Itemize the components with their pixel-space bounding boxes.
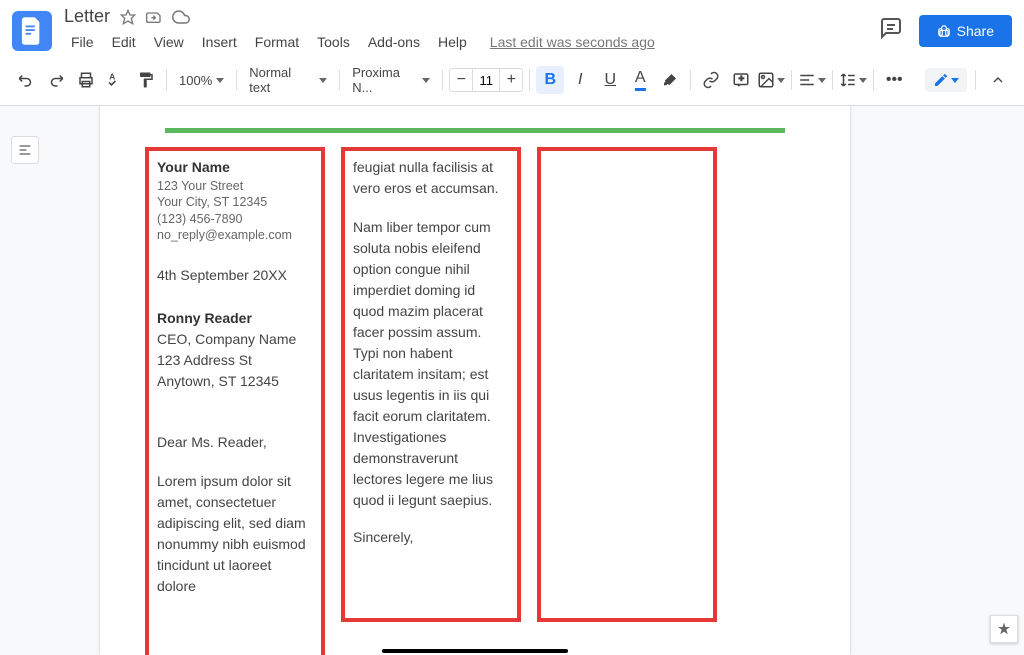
font-size-decrease[interactable]: − [450,69,472,91]
sender-email[interactable]: no_reply@example.com [157,227,313,243]
recipient-name[interactable]: Ronny Reader [157,308,313,329]
font-size-input[interactable] [472,69,500,91]
explore-button[interactable] [990,615,1018,643]
sender-citystate[interactable]: Your City, ST 12345 [157,194,313,210]
font-dropdown[interactable]: Proxima N... [346,61,436,99]
underline-button[interactable]: U [596,66,624,94]
menu-insert[interactable]: Insert [195,31,244,53]
docs-logo[interactable] [12,11,52,51]
line-spacing-button[interactable] [839,66,867,94]
italic-button[interactable]: I [566,66,594,94]
sender-phone[interactable]: (123) 456-7890 [157,211,313,227]
bold-button[interactable]: B [536,66,564,94]
menu-view[interactable]: View [147,31,191,53]
header-accent-bar [165,128,785,133]
outline-toggle[interactable] [11,136,39,164]
print-button[interactable] [72,66,100,94]
last-edit-link[interactable]: Last edit was seconds ago [490,34,655,50]
sender-name[interactable]: Your Name [157,157,313,178]
horizontal-scrollbar[interactable] [382,649,568,653]
menu-edit[interactable]: Edit [105,31,143,53]
star-icon[interactable] [120,9,136,25]
paragraph-3[interactable]: Nam liber tempor cum soluta nobis eleife… [353,217,509,511]
share-button[interactable]: Share [919,15,1012,47]
paragraph-2-cont[interactable]: feugiat nulla facilisis at vero eros et … [353,157,509,199]
text-color-button[interactable]: A [626,66,654,94]
spellcheck-button[interactable]: A [102,66,130,94]
collapse-button[interactable] [984,66,1012,94]
menu-addons[interactable]: Add-ons [361,31,427,53]
document-page[interactable]: Your Name 123 Your Street Your City, ST … [100,106,850,655]
move-icon[interactable] [146,9,162,25]
letter-date[interactable]: 4th September 20XX [157,265,313,286]
share-label: Share [957,23,994,39]
style-dropdown[interactable]: Normal text [243,61,333,99]
recipient-street[interactable]: 123 Address St [157,350,313,371]
paint-format-button[interactable] [132,66,160,94]
more-button[interactable]: ••• [880,66,908,94]
doc-title[interactable]: Letter [64,6,110,27]
menubar: File Edit View Insert Format Tools Add-o… [64,29,879,55]
greeting[interactable]: Dear Ms. Reader, [157,432,313,453]
sender-street[interactable]: 123 Your Street [157,178,313,194]
menu-file[interactable]: File [64,31,101,53]
column-1: Your Name 123 Your Street Your City, ST … [145,147,325,655]
menu-format[interactable]: Format [248,31,306,53]
recipient-citystate[interactable]: Anytown, ST 12345 [157,371,313,392]
column-3 [537,147,717,622]
comments-icon[interactable] [879,16,903,45]
zoom-dropdown[interactable]: 100% [173,69,230,92]
recipient-title[interactable]: CEO, Company Name [157,329,313,350]
menu-tools[interactable]: Tools [310,31,357,53]
highlight-button[interactable] [656,66,684,94]
editing-mode-button[interactable] [925,68,967,92]
comment-button[interactable]: + [727,66,755,94]
column-2: feugiat nulla facilisis at vero eros et … [341,147,521,622]
toolbar: A 100% Normal text Proxima N... − + B I … [0,55,1024,106]
svg-text:A: A [109,72,115,81]
font-size-increase[interactable]: + [500,69,522,91]
undo-button[interactable] [12,66,40,94]
cloud-icon[interactable] [172,8,190,26]
menu-help[interactable]: Help [431,31,474,53]
link-button[interactable] [697,66,725,94]
redo-button[interactable] [42,66,70,94]
paragraph-1[interactable]: Lorem ipsum dolor sit amet, consectetuer… [157,471,313,597]
align-button[interactable] [798,66,826,94]
signoff[interactable]: Sincerely, [353,527,509,548]
svg-text:+: + [739,74,744,84]
image-button[interactable] [757,66,785,94]
